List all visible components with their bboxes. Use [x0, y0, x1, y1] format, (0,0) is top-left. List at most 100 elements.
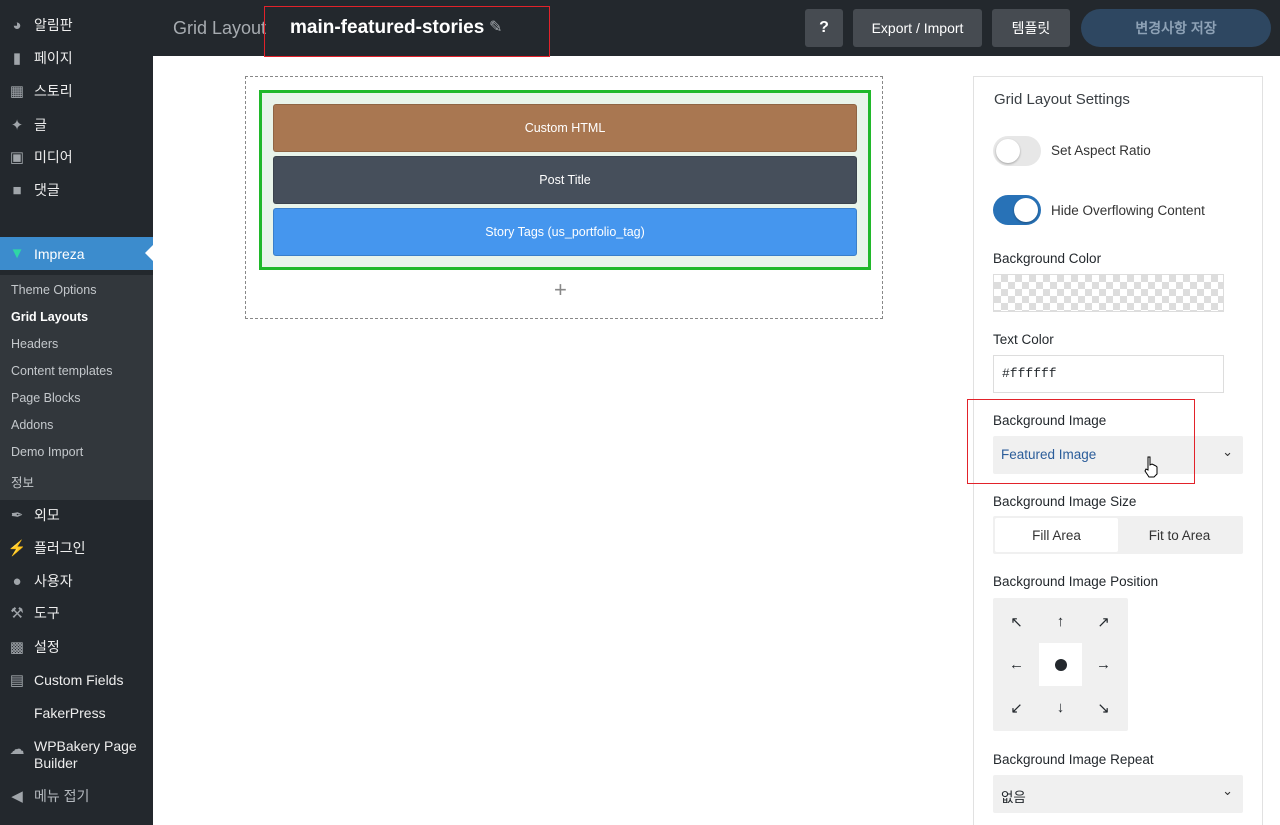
sidebar-item-posts[interactable]: ✦ 글 [0, 111, 153, 139]
sidebar-item-tools[interactable]: ⚒ 도구 [0, 599, 153, 627]
brush-icon: ✒ [10, 507, 24, 524]
arrow-left-icon[interactable]: ← [995, 643, 1038, 686]
sidebar-item-label: 미디어 [34, 149, 73, 165]
tools-icon: ⚒ [10, 605, 24, 622]
sidebar-item-media[interactable]: ▣ 미디어 [0, 143, 153, 171]
element-post-title[interactable]: Post Title [273, 156, 857, 204]
bg-position-grid: ↖ ↑ ↗ ← → ↙ ↓ ↘ [993, 598, 1128, 731]
arrow-down-icon[interactable]: ↓ [1039, 686, 1082, 729]
bg-repeat-value: 없음 [1001, 790, 1026, 805]
sidebar-item-wpbakery[interactable]: ☁ WPBakery Page Builder [0, 738, 153, 772]
arrow-bottom-right-icon[interactable]: ↘ [1082, 686, 1125, 729]
element-story-tags[interactable]: Story Tags (us_portfolio_tag) [273, 208, 857, 256]
sidebar-item-impreza[interactable]: ▼ Impreza [0, 237, 153, 270]
submenu-grid-layouts[interactable]: Grid Layouts [11, 310, 88, 324]
arrow-top-left-icon[interactable]: ↖ [995, 600, 1038, 643]
builder-topbar: Grid Layout main-featured-stories ✎ ? Ex… [153, 0, 1280, 57]
templates-button[interactable]: 템플릿 [992, 9, 1070, 47]
add-element-button[interactable]: + [554, 277, 567, 303]
aspect-ratio-toggle[interactable] [993, 136, 1041, 166]
hide-overflow-toggle[interactable] [993, 195, 1041, 225]
submenu-headers[interactable]: Headers [11, 337, 58, 351]
sidebar-item-custom-fields[interactable]: ▤ Custom Fields [0, 666, 153, 694]
collapse-icon: ◀ [11, 788, 23, 805]
sidebar-item-label: Impreza [34, 245, 85, 262]
sidebar-item-users[interactable]: ● 사용자 [0, 567, 153, 595]
sidebar-item-label: 도구 [34, 605, 60, 621]
sidebar-item-label: 외모 [34, 507, 60, 523]
pin-icon: ✦ [10, 117, 24, 134]
submenu-demo-import[interactable]: Demo Import [11, 445, 83, 459]
element-custom-html[interactable]: Custom HTML [273, 104, 857, 152]
canvas-container[interactable]: Custom HTML Post Title Story Tags (us_po… [259, 90, 871, 270]
hand-cursor-icon [1144, 456, 1158, 478]
save-changes-button[interactable]: 변경사항 저장 [1081, 9, 1271, 47]
bg-position-label: Background Image Position [993, 574, 1159, 589]
bg-color-label: Background Color [993, 251, 1102, 266]
cloud-icon: ☁ [9, 741, 25, 758]
position-center-dot[interactable] [1039, 643, 1082, 686]
highlight-box [264, 6, 550, 57]
submenu-content-templates[interactable]: Content templates [11, 364, 112, 378]
submenu-info[interactable]: 정보 [11, 472, 34, 491]
pages-icon: ▮ [12, 50, 22, 67]
sidebar-item-comments[interactable]: ■ 댓글 [0, 176, 153, 204]
dashboard-icon: ◕ [12, 16, 22, 34]
section-label: Grid Layout [173, 18, 267, 38]
bg-repeat-select[interactable]: 없음 ⌄ [993, 775, 1243, 813]
bg-color-picker[interactable] [993, 274, 1224, 312]
export-import-button[interactable]: Export / Import [853, 9, 982, 47]
sidebar-item-dashboard[interactable]: ◕ 알림판 [0, 11, 153, 39]
chevron-down-icon: ⌄ [1222, 444, 1233, 459]
sidebar-item-label: WPBakery Page Builder [34, 738, 137, 771]
sidebar-item-label: 사용자 [34, 573, 73, 589]
toggle-knob [1014, 198, 1038, 222]
sidebar-item-label: 설정 [34, 639, 60, 655]
bg-repeat-label: Background Image Repeat [993, 752, 1154, 767]
hide-overflow-label: Hide Overflowing Content [1051, 203, 1205, 218]
text-color-label: Text Color [993, 332, 1054, 347]
sidebar-item-label: 스토리 [34, 83, 73, 99]
arrow-right-icon[interactable]: → [1082, 643, 1125, 686]
sidebar-item-label: 댓글 [34, 182, 60, 198]
bg-size-label: Background Image Size [993, 494, 1137, 509]
sidebar-item-settings[interactable]: ▩ 설정 [0, 633, 153, 661]
arrow-top-right-icon[interactable]: ↗ [1082, 600, 1125, 643]
toggle-knob [996, 139, 1020, 163]
submenu-addons[interactable]: Addons [11, 418, 53, 432]
arrow-up-icon[interactable]: ↑ [1039, 600, 1082, 643]
table-icon: ▤ [9, 672, 25, 689]
stories-icon: ▦ [9, 83, 25, 100]
submenu-page-blocks[interactable]: Page Blocks [11, 391, 80, 405]
sidebar-submenu: Theme Options Grid Layouts Headers Conte… [0, 275, 153, 500]
sidebar-item-label: FakerPress [34, 705, 106, 721]
sidebar-item-pages[interactable]: ▮ 페이지 [0, 44, 153, 72]
sidebar-item-appearance[interactable]: ✒ 외모 [0, 501, 153, 529]
sidebar-item-label: 글 [34, 117, 47, 133]
highlight-box [967, 399, 1195, 484]
sidebar-item-stories[interactable]: ▦ 스토리 [0, 77, 153, 105]
plugin-icon: ⚡ [7, 540, 27, 557]
sidebar-collapse[interactable]: ◀ 메뉴 접기 [0, 782, 153, 810]
sidebar-item-label: 플러그인 [34, 540, 86, 556]
bg-size-fit-area[interactable]: Fit to Area [1118, 518, 1241, 552]
sidebar-item-fakerpress[interactable]: FakerPress [0, 699, 153, 727]
layout-canvas: Custom HTML Post Title Story Tags (us_po… [245, 76, 883, 319]
sidebar-item-label: Custom Fields [34, 672, 124, 688]
sidebar-item-plugins[interactable]: ⚡ 플러그인 [0, 534, 153, 562]
media-icon: ▣ [9, 149, 25, 166]
bg-size-fill-area[interactable]: Fill Area [995, 518, 1118, 552]
text-color-input[interactable]: #ffffff [993, 355, 1224, 393]
dot-icon [1054, 658, 1067, 671]
panel-title: Grid Layout Settings [994, 91, 1130, 108]
chevron-down-icon: ⌄ [1222, 783, 1233, 798]
bg-size-switch: Fill Area Fit to Area [993, 516, 1243, 554]
submenu-theme-options[interactable]: Theme Options [11, 283, 96, 297]
help-button[interactable]: ? [805, 9, 843, 47]
comments-icon: ■ [12, 181, 22, 199]
sidebar-item-label: 메뉴 접기 [34, 788, 90, 804]
admin-sidebar: ◕ 알림판 ▮ 페이지 ▦ 스토리 ✦ 글 ▣ 미디어 ■ 댓글 ▼ Impre… [0, 0, 153, 825]
sidebar-item-label: 알림판 [34, 17, 73, 33]
arrow-bottom-left-icon[interactable]: ↙ [995, 686, 1038, 729]
users-icon: ● [12, 572, 22, 590]
